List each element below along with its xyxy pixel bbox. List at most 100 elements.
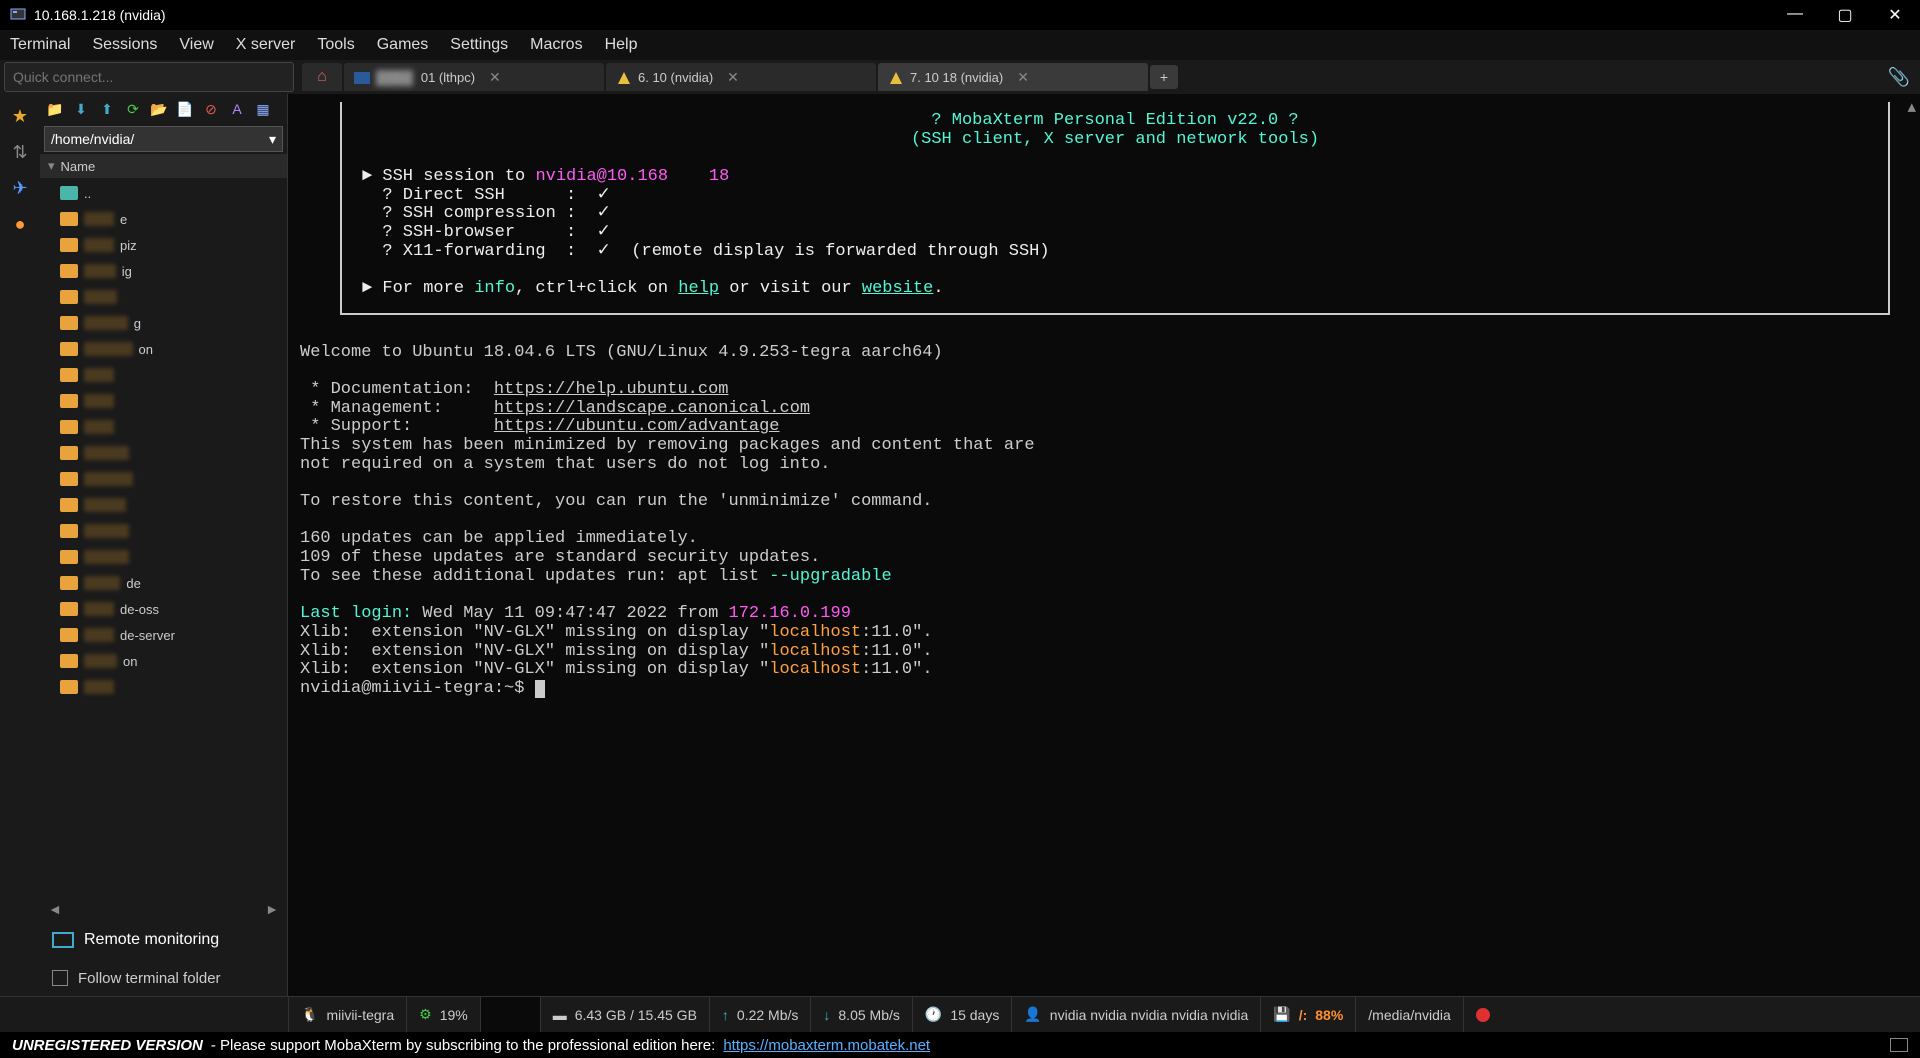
- list-item[interactable]: [40, 466, 287, 492]
- footer-link[interactable]: https://mobaxterm.mobatek.net: [723, 1037, 930, 1054]
- menu-games[interactable]: Games: [377, 36, 429, 54]
- tools-icon[interactable]: ✈: [6, 174, 34, 202]
- home-icon: ⌂: [317, 68, 327, 86]
- file-name-suffix: de-server: [120, 628, 175, 643]
- menu-xserver[interactable]: X server: [236, 36, 296, 54]
- tab-session-3[interactable]: 7. 10 18 (nvidia) ✕: [878, 63, 1148, 91]
- minimize-button[interactable]: —: [1780, 5, 1810, 25]
- list-item[interactable]: ..: [40, 180, 287, 206]
- documentation-link[interactable]: https://help.ubuntu.com: [494, 380, 729, 399]
- edit-icon[interactable]: A: [226, 98, 248, 120]
- menu-view[interactable]: View: [179, 36, 213, 54]
- banner-title: ? MobaXterm Personal Edition v22.0 ?: [931, 111, 1298, 130]
- list-item[interactable]: [40, 440, 287, 466]
- terminal-output[interactable]: ▴ ? MobaXterm Personal Edition v22.0 ? (…: [288, 94, 1920, 996]
- file-name-suffix: de-oss: [120, 602, 159, 617]
- file-list-header[interactable]: ▾ Name: [40, 154, 287, 178]
- list-item[interactable]: [40, 544, 287, 570]
- menu-help[interactable]: Help: [605, 36, 638, 54]
- scroll-up-icon[interactable]: ▴: [1907, 100, 1916, 119]
- menu-sessions[interactable]: Sessions: [92, 36, 157, 54]
- ssh-target: nvidia@10.168 18: [535, 167, 729, 186]
- follow-terminal-label: Follow terminal folder: [78, 970, 221, 987]
- list-item[interactable]: on: [40, 648, 287, 674]
- file-name-suffix: de: [126, 576, 140, 591]
- close-button[interactable]: ✕: [1880, 5, 1910, 25]
- footer-icon: [1890, 1038, 1908, 1052]
- tab-close-icon[interactable]: ✕: [489, 69, 501, 86]
- folder-icon: [60, 394, 78, 408]
- status-close[interactable]: [1463, 997, 1502, 1032]
- tab-label: 6. 10 (nvidia): [638, 70, 713, 85]
- tab-home[interactable]: ⌂: [302, 63, 342, 91]
- list-item[interactable]: e: [40, 206, 287, 232]
- folder-icon: [60, 602, 78, 616]
- terminal-icon: [888, 70, 902, 84]
- welcome-line: Welcome to Ubuntu 18.04.6 LTS (GNU/Linux…: [300, 344, 1908, 363]
- shell-prompt: nvidia@miivii-tegra:~$: [300, 679, 535, 698]
- menu-tools[interactable]: Tools: [317, 36, 354, 54]
- tab-session-1[interactable]: ████ 01 (lthpc) ✕: [344, 63, 604, 91]
- website-link[interactable]: website: [862, 279, 933, 298]
- status-bar: 🐧 miivii-tegra ⚙ 19% ▬ 6.43 GB / 15.45 G…: [0, 996, 1920, 1032]
- refresh-icon[interactable]: ⟳: [122, 98, 144, 120]
- macros-icon[interactable]: ●: [6, 210, 34, 238]
- menubar: Terminal Sessions View X server Tools Ga…: [0, 30, 1920, 60]
- list-item[interactable]: [40, 362, 287, 388]
- titlebar: 10.168.1.218 (nvidia) — ▢ ✕: [0, 0, 1920, 30]
- maximize-button[interactable]: ▢: [1830, 5, 1860, 25]
- menu-macros[interactable]: Macros: [530, 36, 582, 54]
- sessions-icon[interactable]: ⇅: [6, 138, 34, 166]
- window-title: 10.168.1.218 (nvidia): [34, 7, 1780, 23]
- tab-close-icon[interactable]: ✕: [727, 69, 739, 86]
- path-input[interactable]: /home/nvidia/ ▾: [44, 126, 283, 152]
- monitor-icon: [52, 932, 74, 948]
- management-link[interactable]: https://landscape.canonical.com: [494, 399, 810, 418]
- folder-icon: [60, 472, 78, 486]
- list-item[interactable]: [40, 388, 287, 414]
- support-link[interactable]: https://ubuntu.com/advantage: [494, 417, 780, 436]
- follow-terminal-checkbox[interactable]: Follow terminal folder: [40, 960, 287, 996]
- menu-settings[interactable]: Settings: [450, 36, 508, 54]
- list-item[interactable]: piz: [40, 232, 287, 258]
- remote-monitoring-button[interactable]: Remote monitoring: [40, 920, 287, 960]
- paperclip-icon[interactable]: 📎: [1888, 67, 1910, 88]
- list-item[interactable]: [40, 518, 287, 544]
- list-item[interactable]: g: [40, 310, 287, 336]
- horizontal-scroll[interactable]: ◄ ►: [40, 898, 287, 920]
- quick-connect-input[interactable]: [4, 62, 294, 92]
- folder-icon: [60, 446, 78, 460]
- clock-icon: 🕐: [925, 1006, 942, 1023]
- newfile-icon[interactable]: 📄: [174, 98, 196, 120]
- list-item[interactable]: [40, 284, 287, 310]
- menu-terminal[interactable]: Terminal: [10, 36, 70, 54]
- help-link[interactable]: help: [678, 279, 719, 298]
- file-list[interactable]: ..epiziggondede-ossde-serveron: [40, 178, 287, 898]
- list-item[interactable]: [40, 492, 287, 518]
- path-text: /home/nvidia/: [51, 131, 134, 147]
- terminal-icon: [354, 70, 368, 84]
- delete-icon[interactable]: ⊘: [200, 98, 222, 120]
- list-item[interactable]: [40, 674, 287, 700]
- list-item[interactable]: de: [40, 570, 287, 596]
- list-item[interactable]: [40, 414, 287, 440]
- list-item[interactable]: de-server: [40, 622, 287, 648]
- list-item[interactable]: on: [40, 336, 287, 362]
- tab-close-icon[interactable]: ✕: [1017, 69, 1029, 86]
- tab-session-2[interactable]: 6. 10 (nvidia) ✕: [606, 63, 876, 91]
- scroll-right-icon[interactable]: ►: [265, 901, 279, 917]
- list-item[interactable]: ig: [40, 258, 287, 284]
- upload-icon[interactable]: ⬆: [96, 98, 118, 120]
- cpu-icon: ⚙: [419, 1006, 432, 1023]
- scroll-left-icon[interactable]: ◄: [48, 901, 62, 917]
- download-icon[interactable]: ⬇: [70, 98, 92, 120]
- folder-icon: [60, 186, 78, 200]
- chevron-down-icon[interactable]: ▾: [269, 131, 276, 148]
- list-item[interactable]: de-oss: [40, 596, 287, 622]
- new-tab-button[interactable]: +: [1150, 65, 1178, 89]
- favorites-icon[interactable]: ★: [6, 102, 34, 130]
- folder-icon[interactable]: 📁: [44, 98, 66, 120]
- newfolder-icon[interactable]: 📂: [148, 98, 170, 120]
- layout-icon[interactable]: ▦: [252, 98, 274, 120]
- folder-icon: [60, 654, 78, 668]
